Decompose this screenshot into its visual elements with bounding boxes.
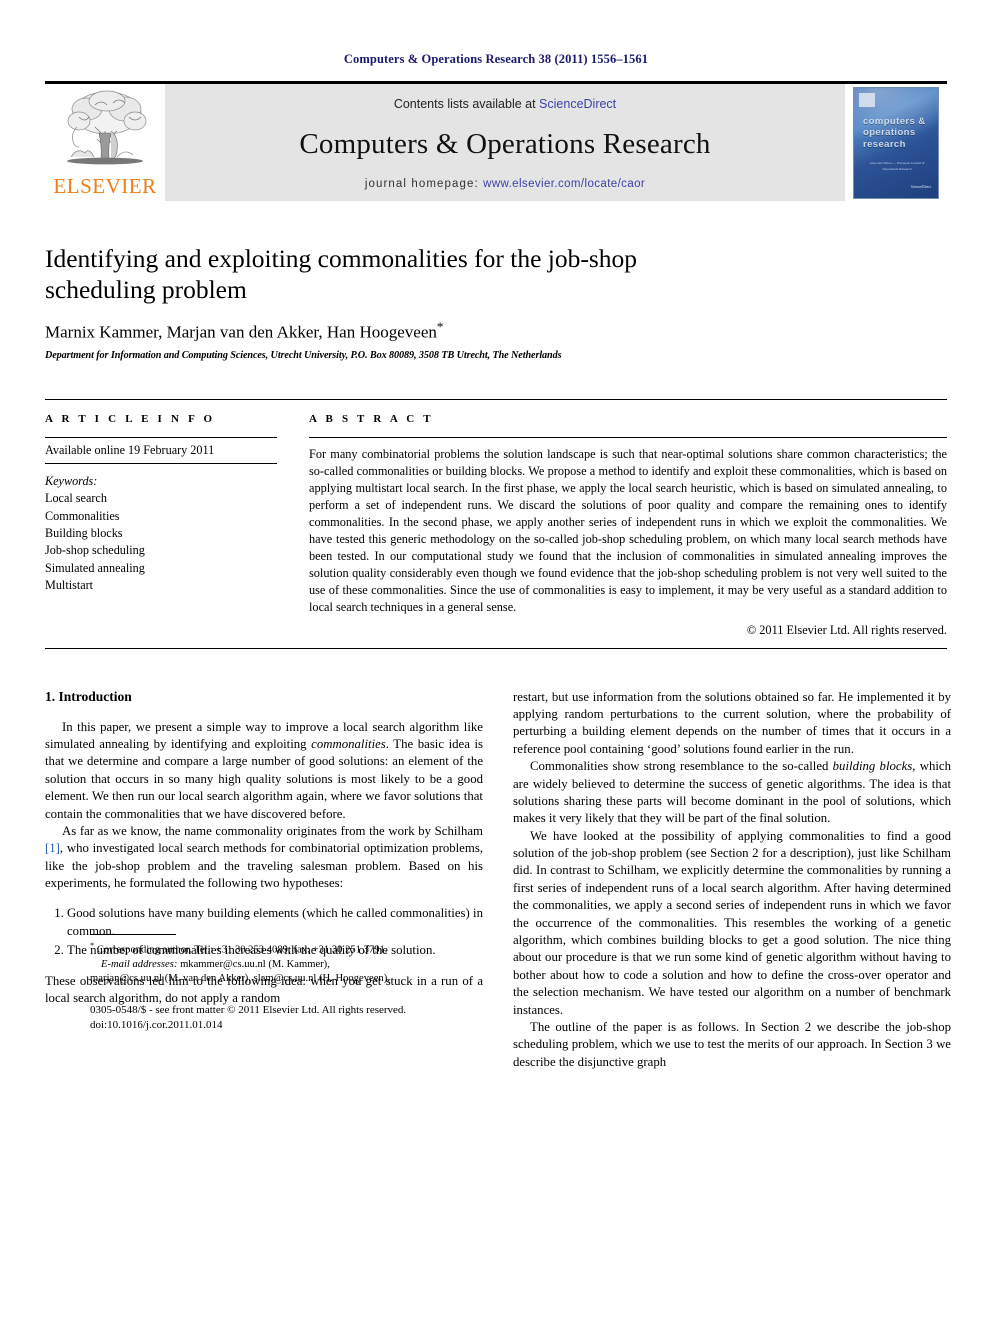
journal-homepage-line: journal homepage: www.elsevier.com/locat… xyxy=(365,178,645,190)
section-heading-introduction: 1. Introduction xyxy=(45,688,132,704)
footnote-rule xyxy=(90,934,176,936)
sciencedirect-link[interactable]: ScienceDirect xyxy=(539,97,616,111)
issn-line: 0305-0548/$ - see front matter © 2011 El… xyxy=(90,1003,407,1016)
affiliation: Department for Information and Computing… xyxy=(45,349,562,361)
elsevier-tree-icon xyxy=(55,87,155,175)
abstract-text: For many combinatorial problems the solu… xyxy=(309,446,947,614)
body-column-left: 1. Introduction In this paper, we presen… xyxy=(45,689,483,1072)
abstract-heading: A B S T R A C T xyxy=(309,412,434,425)
cover-elsevier-mark-icon xyxy=(859,92,875,107)
contents-lists-line: Contents lists available at ScienceDirec… xyxy=(394,97,616,111)
article-info-column: A R T I C L E I N F O Available online 1… xyxy=(45,413,277,638)
masthead-band: Contents lists available at ScienceDirec… xyxy=(165,84,845,201)
contents-prefix-text: Contents lists available at xyxy=(393,97,540,111)
corresponding-author-marker[interactable]: * xyxy=(437,319,444,334)
right-2-italic-building-blocks: building blocks xyxy=(832,759,913,774)
keyword-item: Simulated annealing xyxy=(45,560,145,575)
paragraph-right-3: We have looked at the possibility of app… xyxy=(513,828,951,1017)
citation-link-1[interactable]: [1] xyxy=(45,841,60,855)
cover-subtitle-text: Associate Editor — European Journal of O… xyxy=(869,160,925,171)
page-title: Identifying and exploiting commonalities… xyxy=(45,244,638,305)
info-abstract-row: A R T I C L E I N F O Available online 1… xyxy=(45,398,947,638)
footnote-email-1[interactable]: mkammer@cs.uu.nl (M. Kammer), xyxy=(180,959,330,970)
paragraph-intro-2: As far as we know, the name commonality … xyxy=(45,823,483,893)
author-list: Marnix Kammer, Marjan van den Akker, Han… xyxy=(45,319,947,343)
footnote-corresponding-text: Corresponding author. Tel.: +31 30 253 4… xyxy=(96,944,388,956)
body-column-right: restart, but use information from the so… xyxy=(513,689,951,1072)
author-names: Marnix Kammer, Marjan van den Akker, Han… xyxy=(45,322,437,342)
elsevier-logo: ELSEVIER xyxy=(45,84,165,201)
doi-line[interactable]: doi:10.1016/j.cor.2011.01.014 xyxy=(90,1018,528,1033)
abstract-copyright: © 2011 Elsevier Ltd. All rights reserved… xyxy=(746,622,947,637)
info-abstract-bottom-rule xyxy=(45,647,947,649)
footnote-block: * Corresponding author. Tel.: +31 30 253… xyxy=(90,934,528,1033)
journal-cover-thumbnail[interactable]: computers & operations research Associat… xyxy=(853,86,939,199)
cover-sciencedirect-badge: ScienceDirect xyxy=(887,184,931,190)
cover-journal-title: computers & operations research xyxy=(863,115,926,150)
elsevier-wordmark: ELSEVIER xyxy=(53,174,157,198)
footnote-emails-line-2[interactable]: marjan@cs.uu.nl (M. van den Akker), slam… xyxy=(90,972,528,986)
keywords-label: Keywords: xyxy=(45,473,98,488)
keyword-item: Job-shop scheduling xyxy=(45,543,145,558)
homepage-prefix-text: journal homepage: xyxy=(364,178,484,190)
keyword-item: Multistart xyxy=(45,577,94,592)
intro-1-italic-commonalities: commonalities xyxy=(311,736,386,751)
issn-copyright-block: 0305-0548/$ - see front matter © 2011 El… xyxy=(90,1003,528,1033)
intro-2-text-a: As far as we know, the name commonality … xyxy=(62,823,483,838)
keywords-block: Keywords: Local search Commonalities Bui… xyxy=(45,464,277,594)
paragraph-right-4: The outline of the paper is as follows. … xyxy=(513,1019,951,1069)
article-info-heading: A R T I C L E I N F O xyxy=(45,412,216,425)
footnote-emails-label: E-mail addresses: xyxy=(101,959,178,970)
running-head: Computers & Operations Research 38 (2011… xyxy=(343,52,649,66)
right-2-text-a: Commonalities show strong resemblance to… xyxy=(530,759,833,774)
title-block: Identifying and exploiting commonalities… xyxy=(45,243,947,361)
journal-homepage-link[interactable]: www.elsevier.com/locate/caor xyxy=(483,178,645,190)
abstract-column: A B S T R A C T For many combinatorial p… xyxy=(309,413,947,638)
journal-cover-container: computers & operations research Associat… xyxy=(845,84,947,201)
paragraph-right-2: Commonalities show strong resemblance to… xyxy=(513,758,951,828)
article-first-page: Computers & Operations Research 38 (2011… xyxy=(0,0,992,1323)
footnote-emails-line-1: E-mail addresses: mkammer@cs.uu.nl (M. K… xyxy=(90,958,528,972)
keyword-item: Local search xyxy=(45,491,107,506)
keyword-item: Building blocks xyxy=(45,525,123,540)
keyword-item: Commonalities xyxy=(45,508,120,523)
journal-title: Computers & Operations Research xyxy=(299,128,711,160)
footnote-corresponding-author: * Corresponding author. Tel.: +31 30 253… xyxy=(90,940,528,958)
body-columns: 1. Introduction In this paper, we presen… xyxy=(45,689,951,1072)
paragraph-intro-1: In this paper, we present a simple way t… xyxy=(45,719,483,823)
journal-masthead: ELSEVIER Contents lists available at Sci… xyxy=(45,81,947,201)
footnote-star-marker: * xyxy=(90,940,95,951)
cover-sciencedirect-label: ScienceDirect xyxy=(910,185,931,190)
paragraph-right-1: restart, but use information from the so… xyxy=(513,689,951,756)
available-online-date: Available online 19 February 2011 xyxy=(45,438,277,464)
intro-2-text-b: , who investigated local search methods … xyxy=(45,841,483,891)
